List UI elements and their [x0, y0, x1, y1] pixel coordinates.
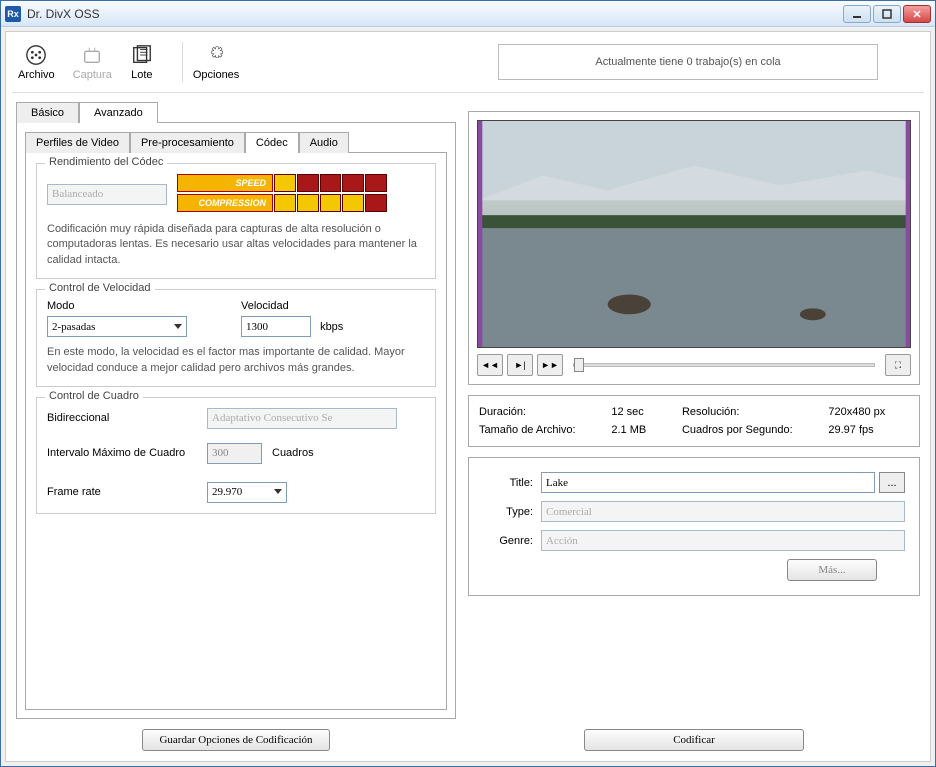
seek-slider[interactable] [573, 363, 875, 367]
options-icon [204, 43, 228, 67]
content-area: Archivo Captura Lote Opciones Actualment… [5, 31, 931, 762]
minimize-button[interactable] [843, 5, 871, 23]
tab-audio[interactable]: Audio [299, 132, 349, 153]
left-bottom-buttons: Guardar Opciones de Codificación [16, 719, 456, 755]
app-window: Rx Dr. DivX OSS Archivo Captura Lote [0, 0, 936, 767]
group-frame-control: Control de Cuadro Bidireccional Adaptati… [36, 397, 436, 514]
toolbar-lote[interactable]: Lote [130, 43, 154, 81]
window-title: Dr. DivX OSS [27, 7, 843, 21]
resolucion-label: Resolución: [682, 406, 816, 418]
resolucion-value: 720x480 px [828, 406, 909, 418]
fps-value: 29.97 fps [828, 424, 909, 436]
framerate-select[interactable]: 29.970 [207, 482, 287, 503]
close-button[interactable] [903, 5, 931, 23]
group-frame-control-title: Control de Cuadro [45, 390, 143, 402]
batch-icon [130, 43, 154, 67]
codec-preset-select: Balanceado [47, 184, 167, 205]
toolbar-separator [182, 42, 183, 82]
preview-box: ◄◄ ►| ►► ⛶ [468, 111, 920, 385]
genre-select: Acción [541, 530, 905, 551]
type-label: Type: [483, 506, 533, 518]
info-box: Duración: 12 sec Resolución: 720x480 px … [468, 395, 920, 447]
toolbar-captura: Captura [73, 43, 112, 81]
fps-label: Cuadros por Segundo: [682, 424, 816, 436]
max-interval-label: Intervalo Máximo de Cuadro [47, 447, 197, 459]
main-area: Básico Avanzado Perfiles de Video Pre-pr… [12, 101, 924, 755]
modo-select[interactable]: 2-pasadas [47, 316, 187, 337]
rate-control-desc: En este modo, la velocidad es el factor … [47, 345, 425, 376]
velocidad-input[interactable] [241, 316, 311, 337]
codificar-button[interactable]: Codificar [584, 729, 804, 751]
speed-compression-graphic: SPEED COMPRESSION [177, 174, 387, 214]
group-rate-control-title: Control de Velocidad [45, 282, 155, 294]
max-interval-input [207, 443, 262, 464]
speed-label: SPEED [177, 174, 273, 192]
compression-label: COMPRESSION [177, 194, 273, 212]
capture-icon [80, 43, 104, 67]
duracion-label: Duración: [479, 406, 599, 418]
duracion-value: 12 sec [611, 406, 670, 418]
file-icon [24, 43, 48, 67]
queue-status: Actualmente tiene 0 trabajo(s) en cola [498, 44, 878, 80]
bidi-select: Adaptativo Consecutivo Se [207, 408, 397, 429]
toolbar-opciones-label: Opciones [193, 69, 239, 81]
outer-tab-body: Perfiles de Video Pre-procesamiento Códe… [16, 122, 456, 719]
inner-tabs: Perfiles de Video Pre-procesamiento Códe… [25, 131, 447, 152]
left-panel: Básico Avanzado Perfiles de Video Pre-pr… [16, 101, 456, 755]
title-input[interactable] [541, 472, 875, 493]
meta-box: Title: ... Type: Comercial Genre: Acción… [468, 457, 920, 596]
velocidad-unit: kbps [320, 321, 343, 333]
toolbar-lote-label: Lote [131, 69, 152, 81]
framerate-label: Frame rate [47, 486, 197, 498]
group-codec-perf-title: Rendimiento del Códec [45, 156, 167, 168]
max-interval-unit: Cuadros [272, 447, 314, 459]
fullscreen-button[interactable]: ⛶ [885, 354, 911, 376]
modo-label: Modo [47, 300, 231, 312]
titlebar: Rx Dr. DivX OSS [1, 1, 935, 27]
right-panel: ◄◄ ►| ►► ⛶ Duración: 12 sec Resolución: … [468, 101, 920, 755]
next-frame-button[interactable]: ►► [537, 354, 563, 376]
prev-frame-button[interactable]: ◄◄ [477, 354, 503, 376]
tamano-value: 2.1 MB [611, 424, 670, 436]
genre-label: Genre: [483, 535, 533, 547]
tamano-label: Tamaño de Archivo: [479, 424, 599, 436]
save-options-button[interactable]: Guardar Opciones de Codificación [142, 729, 329, 751]
toolbar-archivo-label: Archivo [18, 69, 55, 81]
tab-perfiles[interactable]: Perfiles de Video [25, 132, 130, 153]
toolbar-captura-label: Captura [73, 69, 112, 81]
preview-image [477, 120, 911, 348]
outer-tabs: Básico Avanzado [16, 101, 456, 122]
seek-thumb[interactable] [574, 358, 584, 372]
toolbar-archivo[interactable]: Archivo [18, 43, 55, 81]
maximize-button[interactable] [873, 5, 901, 23]
tab-basico[interactable]: Básico [16, 102, 79, 123]
bidi-label: Bidireccional [47, 412, 197, 424]
tab-preproc[interactable]: Pre-procesamiento [130, 132, 245, 153]
toolbar: Archivo Captura Lote Opciones Actualment… [12, 38, 924, 93]
velocidad-label: Velocidad [241, 300, 425, 312]
group-codec-perf: Rendimiento del Códec Balanceado SPEED [36, 163, 436, 279]
play-button[interactable]: ►| [507, 354, 533, 376]
group-rate-control: Control de Velocidad Modo 2-pasadas Velo [36, 289, 436, 387]
tab-codec[interactable]: Códec [245, 132, 299, 153]
type-select: Comercial [541, 501, 905, 522]
title-label: Title: [483, 477, 533, 489]
preview-controls: ◄◄ ►| ►► ⛶ [477, 354, 911, 376]
right-bottom-buttons: Codificar [468, 719, 920, 755]
codec-perf-desc: Codificación muy rápida diseñada para ca… [47, 222, 425, 268]
tab-avanzado[interactable]: Avanzado [79, 102, 158, 123]
title-browse-button[interactable]: ... [879, 472, 905, 493]
app-icon: Rx [5, 6, 21, 22]
toolbar-opciones[interactable]: Opciones [193, 43, 239, 81]
more-button: Más... [787, 559, 877, 581]
codec-panel: Rendimiento del Códec Balanceado SPEED [25, 152, 447, 710]
